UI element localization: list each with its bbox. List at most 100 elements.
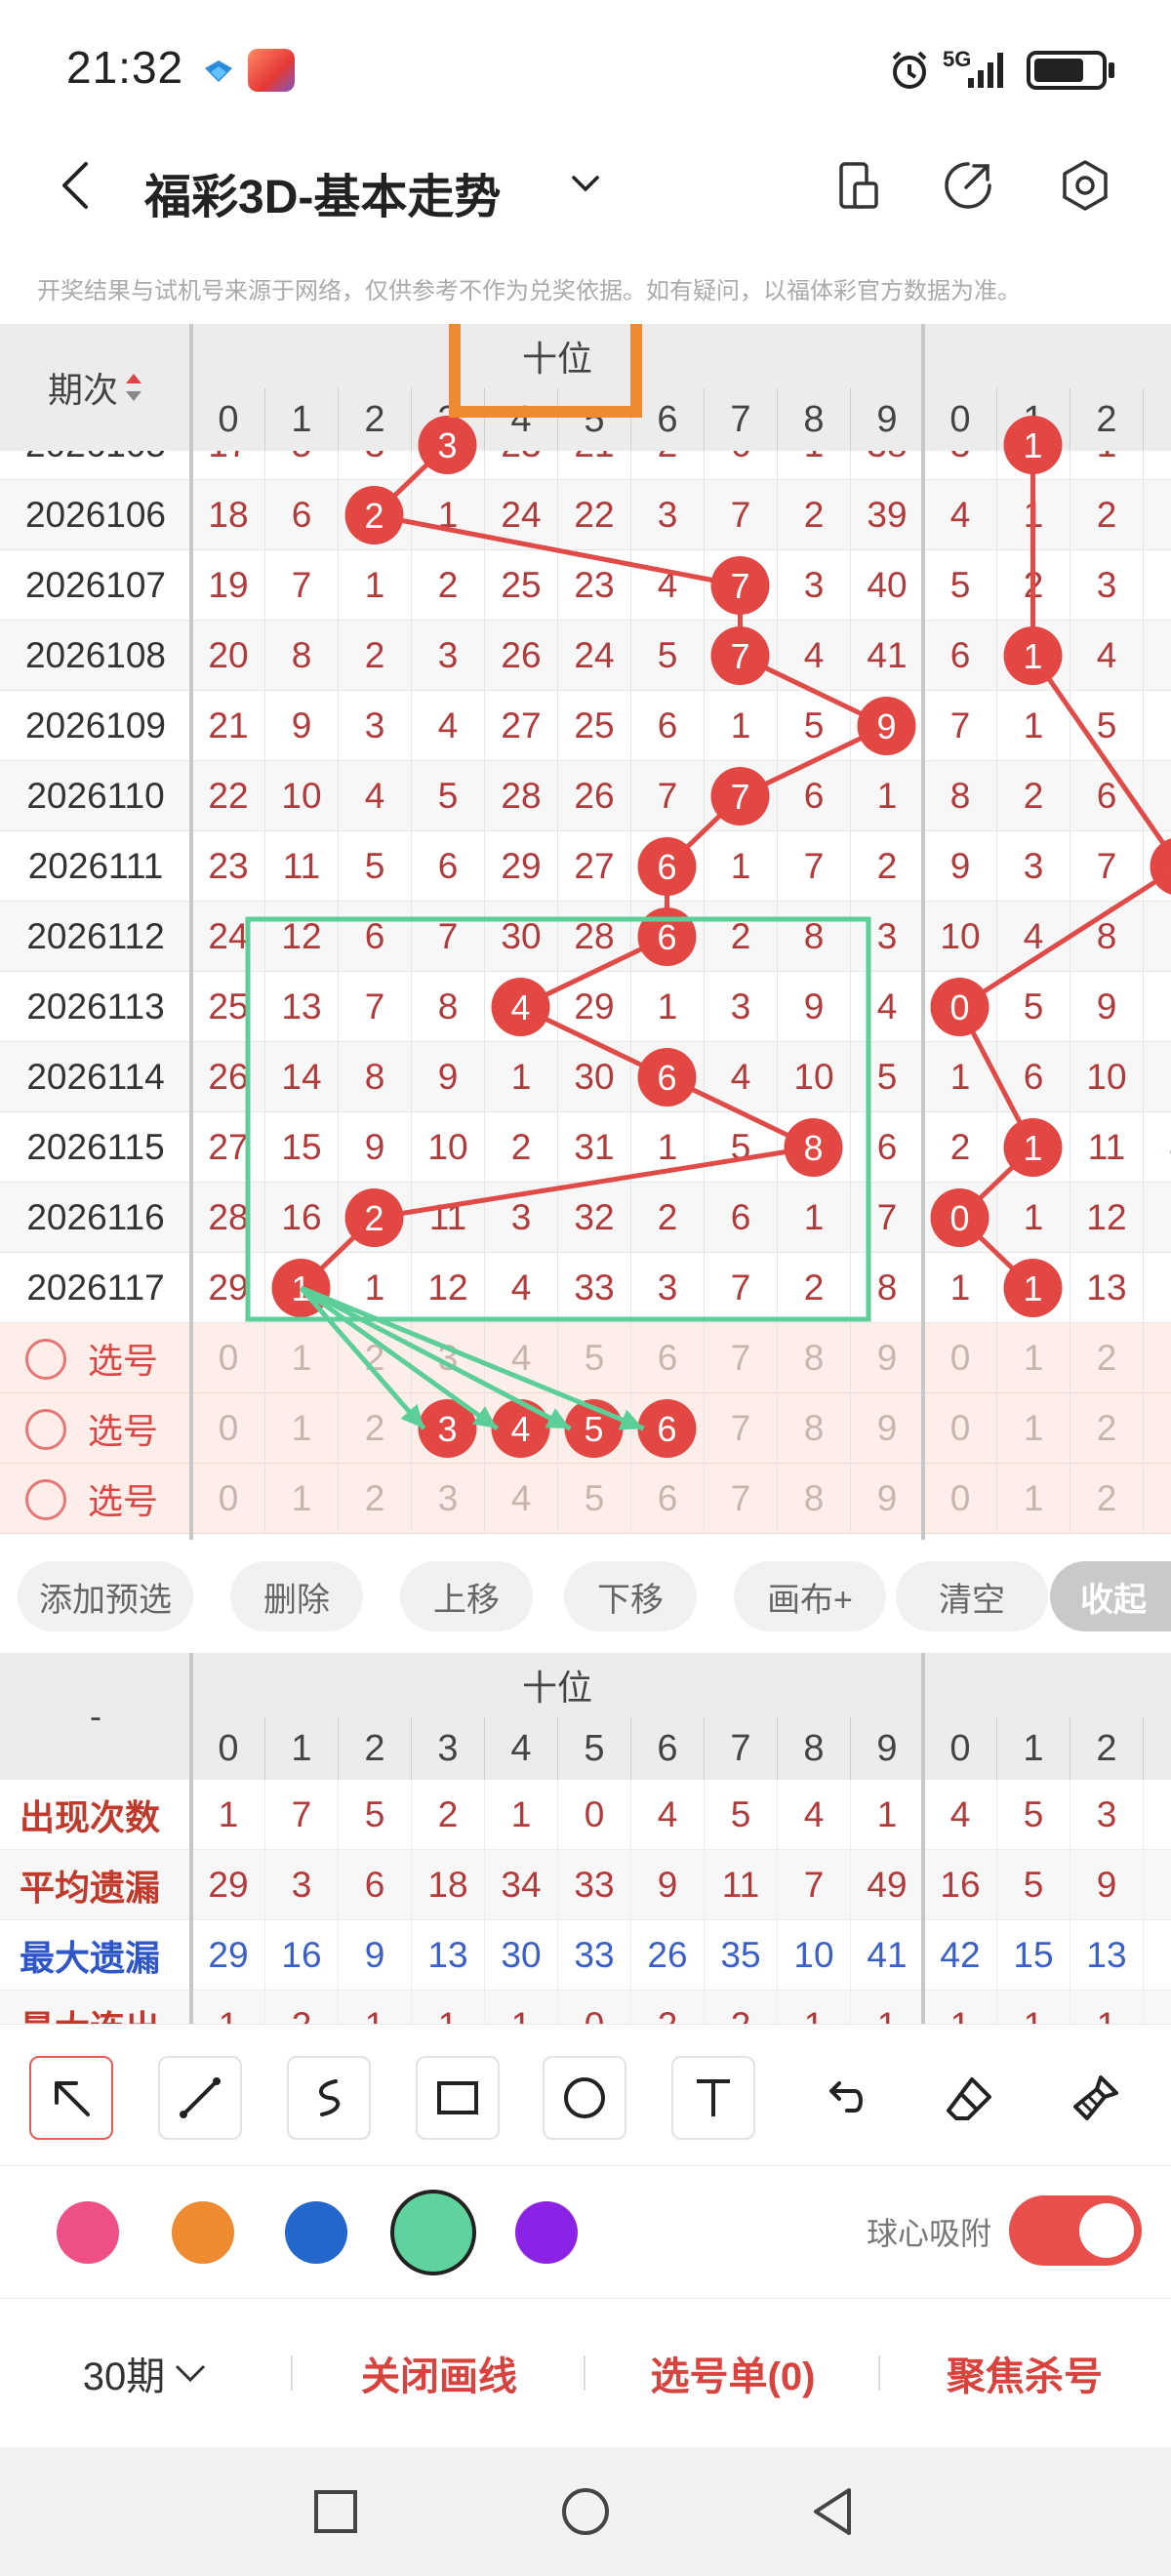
select-cell[interactable]: 6 [630, 1464, 704, 1534]
select-cell[interactable]: 5 [557, 1393, 630, 1464]
color-swatch[interactable] [57, 2201, 119, 2264]
select-cell[interactable]: 2 [1070, 1464, 1143, 1534]
freehand-tool-icon[interactable] [287, 2056, 371, 2140]
color-swatch[interactable] [172, 2201, 234, 2264]
stats-cell: 4 [630, 1780, 704, 1850]
select-row-label: 选号 [88, 1341, 159, 1381]
color-swatch[interactable] [285, 2201, 347, 2264]
miss-cell: 2 [484, 1112, 557, 1183]
select-radio[interactable] [25, 1339, 66, 1380]
battery-icon [1027, 51, 1107, 90]
miss-cell: 0 [923, 1183, 996, 1253]
select-cell[interactable]: 2 [338, 1323, 411, 1393]
pick-list-button[interactable]: 选号单(0) [611, 2299, 855, 2447]
color-swatch[interactable] [515, 2201, 578, 2264]
recent-apps-icon[interactable] [306, 2482, 365, 2541]
select-cell[interactable]: 6 [630, 1323, 704, 1393]
miss-cell: 7 [704, 1253, 777, 1323]
select-cell[interactable]: 8 [777, 1464, 850, 1534]
select-cell[interactable]: 9 [850, 1464, 923, 1534]
select-cell[interactable]: 4 [484, 1393, 557, 1464]
device-switch-icon[interactable] [829, 156, 888, 215]
clear-button[interactable]: 清空 [896, 1561, 1048, 1631]
arrow-tool-icon[interactable] [29, 2056, 113, 2140]
rectangle-tool-icon[interactable] [416, 2056, 500, 2140]
circle-tool-icon[interactable] [543, 2056, 626, 2140]
select-cell[interactable]: 0 [923, 1464, 996, 1534]
select-cell[interactable]: 0 [191, 1464, 264, 1534]
select-cell[interactable]: 2 [338, 1393, 411, 1464]
canvas-plus-button[interactable]: 画布+ [734, 1561, 886, 1631]
back-nav-icon[interactable] [804, 2482, 863, 2541]
select-row[interactable]: 选号01234567890123 [0, 1464, 1171, 1534]
select-cell[interactable]: 9 [850, 1393, 923, 1464]
select-cell[interactable]: 5 [557, 1464, 630, 1534]
select-cell[interactable]: 4 [484, 1464, 557, 1534]
select-cell[interactable]: 5 [557, 1323, 630, 1393]
add-preselect-button[interactable]: 添加预选 [18, 1561, 193, 1631]
select-cell[interactable]: 3 [411, 1323, 484, 1393]
select-cell[interactable]: 1 [996, 1464, 1070, 1534]
eraser-icon[interactable] [927, 2056, 1011, 2140]
select-cell[interactable]: 7 [704, 1393, 777, 1464]
sort-icon[interactable] [124, 370, 143, 405]
color-swatch[interactable] [390, 2190, 476, 2275]
miss-cell: 28 [191, 1183, 264, 1253]
chevron-down-icon[interactable] [564, 162, 607, 205]
stats-cell: 1 [484, 1780, 557, 1850]
select-cell[interactable]: 2 [1070, 1393, 1143, 1464]
select-cell[interactable]: 6 [630, 1393, 704, 1464]
select-cell[interactable]: 3 [411, 1393, 484, 1464]
home-icon[interactable] [556, 2482, 615, 2541]
undo-icon[interactable] [800, 2056, 884, 2140]
select-cell[interactable]: 8 [777, 1393, 850, 1464]
select-cell[interactable]: 1 [264, 1393, 338, 1464]
period-select[interactable]: 30期 [49, 2299, 244, 2447]
text-tool-icon[interactable] [671, 2056, 755, 2140]
miss-cell: 12 [411, 1253, 484, 1323]
back-icon[interactable] [49, 156, 107, 215]
miss-cell: 2 [777, 1253, 850, 1323]
move-down-button[interactable]: 下移 [564, 1561, 697, 1631]
miss-cell: 27 [191, 1112, 264, 1183]
select-radio[interactable] [25, 1479, 66, 1520]
select-cell[interactable]: 1 [996, 1393, 1070, 1464]
delete-button[interactable]: 删除 [230, 1561, 363, 1631]
snap-toggle[interactable] [1009, 2195, 1142, 2266]
close-lines-button[interactable]: 关闭画线 [322, 2299, 556, 2447]
focus-kill-button[interactable]: 聚焦杀号 [908, 2299, 1142, 2447]
select-radio[interactable] [25, 1409, 66, 1450]
select-cell[interactable]: 1 [264, 1323, 338, 1393]
select-cell[interactable]: 0 [923, 1393, 996, 1464]
select-cell[interactable]: 0 [191, 1393, 264, 1464]
select-cell[interactable]: 7 [704, 1464, 777, 1534]
trend-grid[interactable]: 期次 十位 01234567890123 2026105175332321261… [0, 324, 1171, 1540]
select-cell[interactable]: 3 [411, 1464, 484, 1534]
select-row[interactable]: 选号01234567890123 [0, 1323, 1171, 1393]
clear-brush-icon[interactable] [1054, 2056, 1138, 2140]
select-cell[interactable]: 3 [1143, 1323, 1171, 1393]
select-cell[interactable]: 4 [484, 1323, 557, 1393]
table-row: 20261162816211332261701125 [0, 1183, 1171, 1253]
period-header[interactable]: 期次 [0, 324, 191, 451]
select-cell[interactable]: 7 [704, 1323, 777, 1393]
select-cell[interactable]: 2 [338, 1464, 411, 1534]
select-cell[interactable]: 1 [264, 1464, 338, 1534]
select-cell[interactable]: 3 [1143, 1464, 1171, 1534]
select-cell[interactable]: 0 [191, 1323, 264, 1393]
settings-icon[interactable] [1056, 156, 1114, 215]
stats-digit-header: 8 [777, 1717, 850, 1780]
select-cell[interactable]: 3 [1143, 1393, 1171, 1464]
miss-cell: 4 [411, 691, 484, 761]
select-row[interactable]: 选号01234567890123 [0, 1393, 1171, 1464]
select-cell[interactable]: 1 [996, 1323, 1070, 1393]
move-up-button[interactable]: 上移 [400, 1561, 533, 1631]
share-icon[interactable] [939, 156, 997, 215]
select-cell[interactable]: 8 [777, 1323, 850, 1393]
select-cell[interactable]: 0 [923, 1323, 996, 1393]
stats-cell: 29 [191, 1850, 264, 1920]
select-cell[interactable]: 2 [1070, 1323, 1143, 1393]
collapse-button[interactable]: 收起 [1050, 1561, 1171, 1631]
line-tool-icon[interactable] [158, 2056, 242, 2140]
select-cell[interactable]: 9 [850, 1323, 923, 1393]
